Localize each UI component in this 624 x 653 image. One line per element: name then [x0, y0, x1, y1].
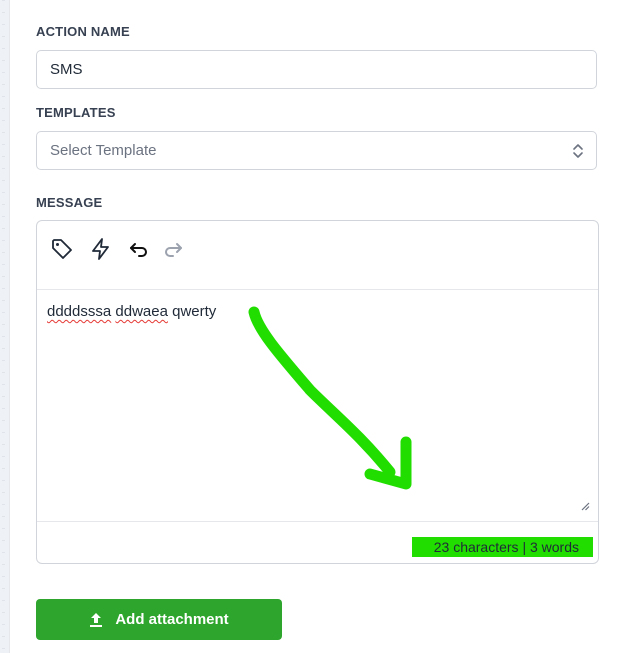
action-name-value: SMS: [50, 61, 83, 78]
redo-icon[interactable]: [161, 237, 185, 261]
left-sidebar-edge: [0, 0, 10, 653]
character-word-counter: 23 characters | 3 words: [411, 537, 593, 557]
templates-label: TEMPLATES: [36, 105, 116, 120]
action-name-input[interactable]: SMS: [36, 50, 597, 89]
templates-placeholder: Select Template: [50, 142, 157, 159]
message-word: qwerty: [172, 303, 217, 320]
arrow-annotation-icon: [248, 306, 412, 490]
templates-select[interactable]: Select Template: [36, 131, 597, 170]
message-word: ddddsssa: [47, 303, 112, 320]
add-attachment-label: Add attachment: [115, 611, 229, 628]
message-word: ddwaea: [115, 303, 168, 320]
chevron-up-down-icon: [573, 144, 583, 158]
upload-icon: [90, 612, 103, 627]
resize-handle-icon[interactable]: [580, 501, 590, 511]
lightning-icon[interactable]: [89, 237, 113, 261]
action-name-label: ACTION NAME: [36, 24, 130, 39]
editor-toolbar: [37, 221, 598, 290]
tag-icon[interactable]: [50, 237, 74, 261]
message-label: MESSAGE: [36, 195, 103, 210]
add-attachment-button[interactable]: Add attachment: [36, 599, 282, 640]
editor-footer: 23 characters | 3 words: [37, 521, 598, 564]
undo-icon[interactable]: [127, 237, 151, 261]
